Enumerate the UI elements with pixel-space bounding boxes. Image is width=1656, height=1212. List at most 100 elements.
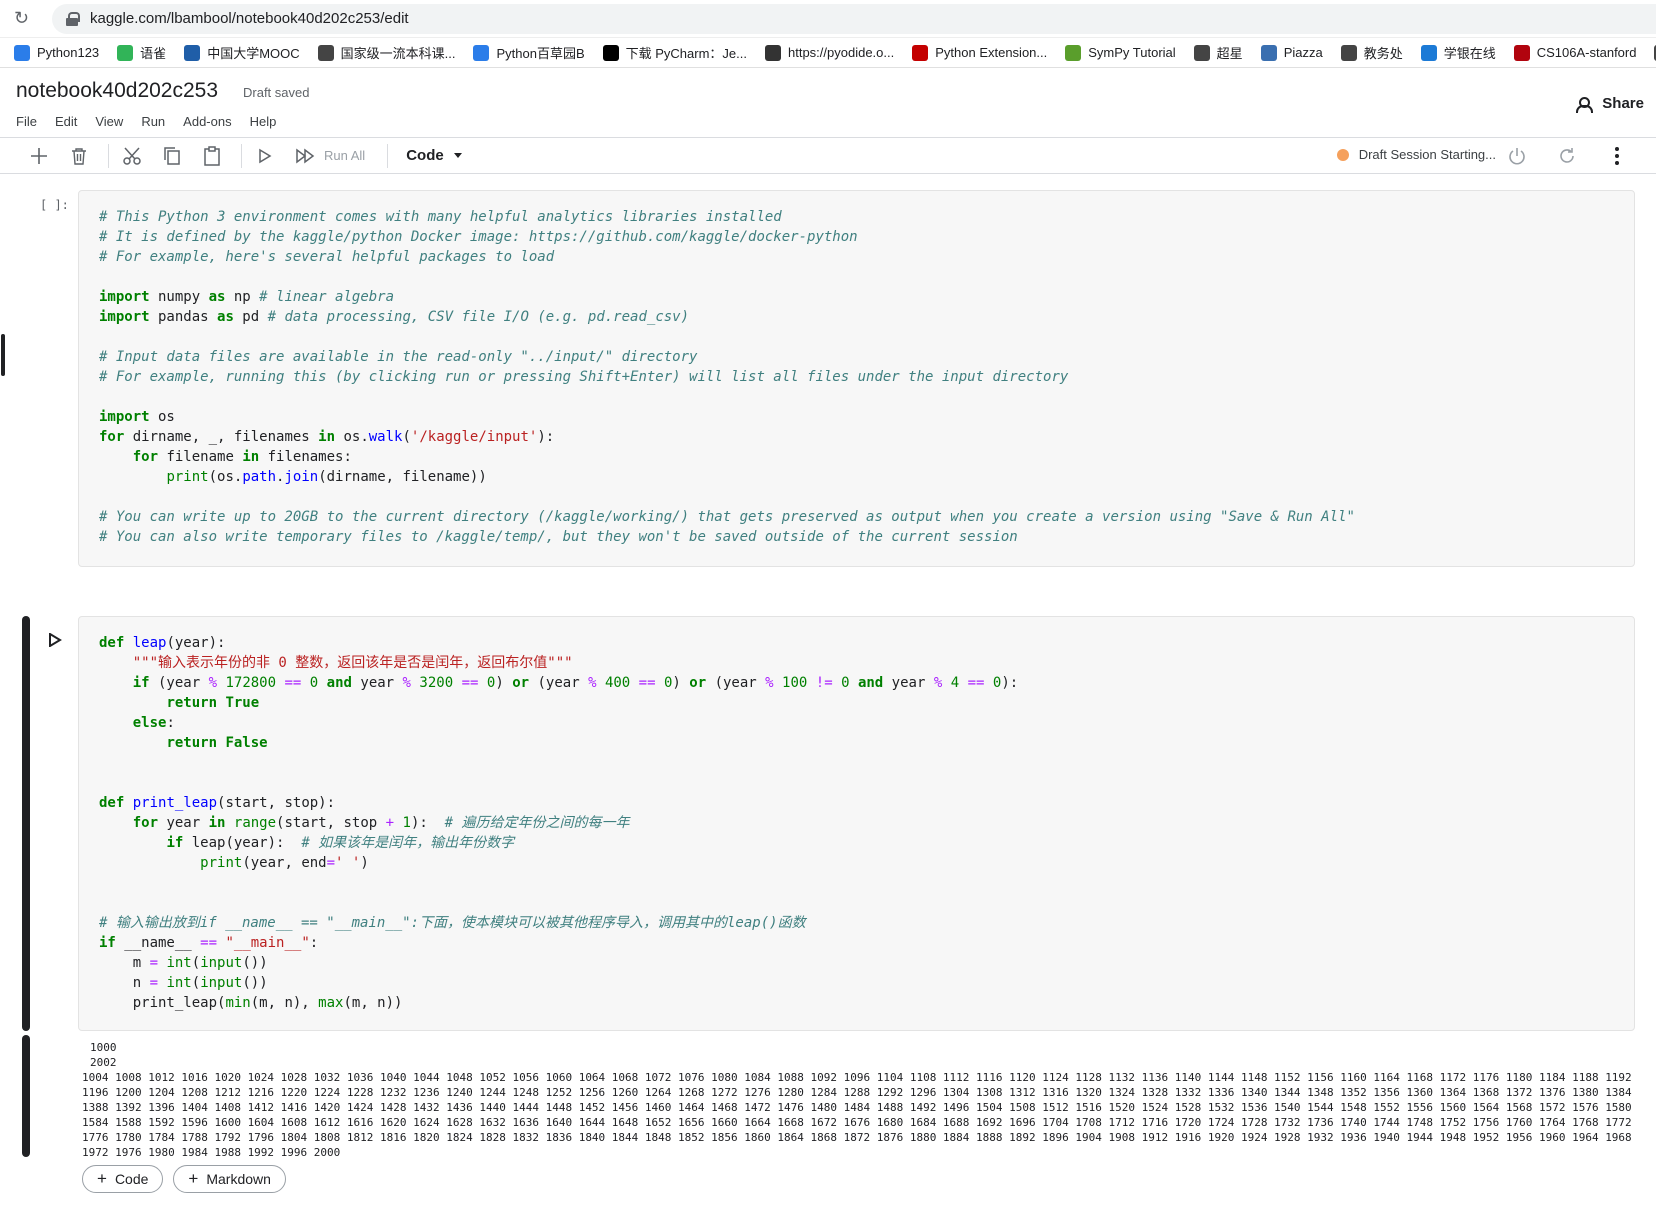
bookmark-favicon-icon <box>1065 44 1082 61</box>
bookmark-label: Python百草园B <box>496 46 585 61</box>
bookmark-item[interactable]: Python百草园B <box>473 43 585 62</box>
run-cell-icon[interactable] <box>250 141 280 171</box>
code-line: # 输入输出放到if __name__ == "__main__":下面，使本模… <box>99 915 806 931</box>
menu-bar: File Edit View Run Add-ons Help <box>16 114 276 129</box>
copy-icon[interactable] <box>157 141 187 171</box>
menu-item-view[interactable]: View <box>95 114 123 129</box>
bookmark-item[interactable]: 中国大学MOOC <box>184 43 300 62</box>
bookmark-favicon-icon <box>1340 44 1357 61</box>
bookmark-favicon-icon <box>1420 44 1437 61</box>
code-line: if (year % 172800 == 0 and year % 3200 =… <box>132 675 1019 691</box>
code-cell-1[interactable]: # This Python 3 environment comes with m… <box>78 190 1635 567</box>
bookmark-label: 语雀 <box>140 46 167 61</box>
output-result: 1004 1008 1012 1016 1020 1024 1028 1032 … <box>82 1071 1639 1159</box>
code-line: # For example, running this (by clicking… <box>99 369 1069 385</box>
add-code-label: Code <box>114 1171 149 1187</box>
bookmark-item[interactable]: Python123 <box>14 44 99 61</box>
bookmark-item[interactable]: 超星 <box>1193 43 1243 62</box>
menu-item-help[interactable]: Help <box>250 114 277 129</box>
add-code-button[interactable]: + Code <box>82 1165 164 1193</box>
run-cell-button[interactable] <box>48 632 62 648</box>
bookmark-favicon-icon <box>184 44 201 61</box>
code-cell-2[interactable]: def leap(year): """输入表示年份的非 0 整数，返回该年是否是… <box>78 616 1635 1031</box>
code-line: for filename in filenames: <box>132 449 352 465</box>
code-line: # For example, here's several helpful pa… <box>99 249 555 265</box>
code-line: print(os.path.join(dirname, filename)) <box>166 469 487 485</box>
output-indicator <box>22 1035 30 1157</box>
bookmark-label: 教务处 <box>1363 46 1403 61</box>
run-all-button[interactable]: Run All <box>324 148 365 163</box>
code-line: # You can write up to 20GB to the curren… <box>99 509 1355 525</box>
share-button[interactable]: Share <box>1576 95 1644 113</box>
plus-icon: + <box>97 1169 107 1188</box>
more-options-icon[interactable] <box>1602 141 1632 171</box>
code-line: for year in range(start, stop + 1): # 遍历… <box>132 815 630 831</box>
cells-area: [ ]: # This Python 3 environment comes w… <box>0 174 1656 1210</box>
code-line: print_leap(min(m, n), max(m, n)) <box>99 995 403 1011</box>
bookmark-favicon-icon <box>912 44 929 61</box>
bookmark-label: CS106A-stanford <box>1536 45 1637 60</box>
active-cell-indicator <box>22 616 30 1031</box>
menu-item-file[interactable]: File <box>16 114 37 129</box>
menu-item-run[interactable]: Run <box>141 114 165 129</box>
code-line: # You can also write temporary files to … <box>99 529 1018 545</box>
code-line: if __name__ == "__main__": <box>99 935 319 951</box>
reload-icon[interactable]: ↻ <box>14 8 38 29</box>
bookmark-favicon-icon <box>765 44 781 61</box>
bookmark-label: 中国大学MOOC <box>207 46 300 61</box>
code-line: return False <box>166 735 268 751</box>
bookmark-item[interactable]: Python Extension... <box>912 44 1048 61</box>
status-dot-icon <box>1336 148 1349 161</box>
person-icon <box>1576 96 1594 113</box>
output-input-1: 1000 <box>90 1041 117 1054</box>
bookmark-item[interactable]: 语雀 <box>117 43 166 62</box>
add-markdown-button[interactable]: + Markdown <box>173 1165 286 1193</box>
cut-icon[interactable] <box>117 141 147 171</box>
bookmark-item[interactable]: CS106A-stanford <box>1513 44 1637 61</box>
cell-output: 1000 2002 1004 1008 1012 1016 1020 1024 10… <box>82 1040 1638 1160</box>
bookmark-favicon-icon <box>602 44 619 61</box>
add-cell-icon[interactable] <box>24 141 54 171</box>
restart-icon[interactable] <box>1552 141 1582 171</box>
toolbar-divider <box>108 143 109 168</box>
bookmark-item[interactable]: https://pyodide.o... <box>765 44 894 61</box>
toolbar-divider <box>241 143 242 168</box>
bookmark-item[interactable]: 国家级一流本科课... <box>317 43 455 62</box>
bookmarks-bar: Python123 语雀 中国大学MOOC 国家级一流本科课... Python百草园B… <box>0 38 1656 68</box>
url-field[interactable]: kaggle.com/lbambool/notebook40d202c253/e… <box>52 3 1656 34</box>
run-all-icon[interactable] <box>290 141 320 171</box>
bookmark-favicon-icon <box>473 44 490 61</box>
bookmark-item[interactable]: 学银在线 <box>1420 43 1496 62</box>
code-line: m = int(input()) <box>99 955 268 971</box>
share-label: Share <box>1602 95 1644 112</box>
bookmark-item[interactable]: 教务处 <box>1340 43 1403 62</box>
delete-icon[interactable] <box>64 141 94 171</box>
session-status[interactable]: Draft Session Starting... <box>1336 147 1496 162</box>
browser-address-bar: ↻ kaggle.com/lbambool/notebook40d202c253… <box>0 0 1656 38</box>
code-line: for dirname, _, filenames in os.walk('/k… <box>99 429 555 445</box>
bookmark-label: Piazza <box>1283 45 1323 60</box>
code-line: import pandas as pd # data processing, C… <box>99 309 690 325</box>
bookmark-label: SymPy Tutorial <box>1088 45 1176 60</box>
code-line: print(year, end=' ') <box>200 855 369 871</box>
notebook-title[interactable]: notebook40d202c253 <box>16 79 218 103</box>
output-input-2: 2002 <box>90 1056 117 1069</box>
cell-execution-prompt: [ ]: <box>40 198 69 212</box>
power-icon[interactable] <box>1502 141 1532 171</box>
bookmark-item[interactable]: SymPy Tutorial <box>1065 44 1176 61</box>
code-line: # It is defined by the kaggle/python Doc… <box>99 229 858 245</box>
code-line: """输入表示年份的非 0 整数，返回该年是否是闰年，返回布尔值""" <box>99 655 573 671</box>
bookmark-item[interactable]: 下载 PyCharm：Je... <box>602 43 747 62</box>
cell-type-dropdown[interactable]: Code <box>406 147 462 164</box>
bookmark-favicon-icon <box>1193 44 1210 61</box>
menu-item-add-ons[interactable]: Add-ons <box>183 114 231 129</box>
bookmark-label: Python Extension... <box>935 45 1048 60</box>
code-line: def leap(year): <box>99 635 226 651</box>
bookmark-favicon-icon <box>1260 44 1277 61</box>
menu-item-edit[interactable]: Edit <box>55 114 77 129</box>
paste-icon[interactable] <box>197 141 227 171</box>
draft-status: Draft saved <box>243 85 310 100</box>
plus-icon: + <box>188 1169 199 1188</box>
code-line: import numpy as np # linear algebra <box>99 289 395 305</box>
bookmark-item[interactable]: Piazza <box>1260 44 1323 61</box>
